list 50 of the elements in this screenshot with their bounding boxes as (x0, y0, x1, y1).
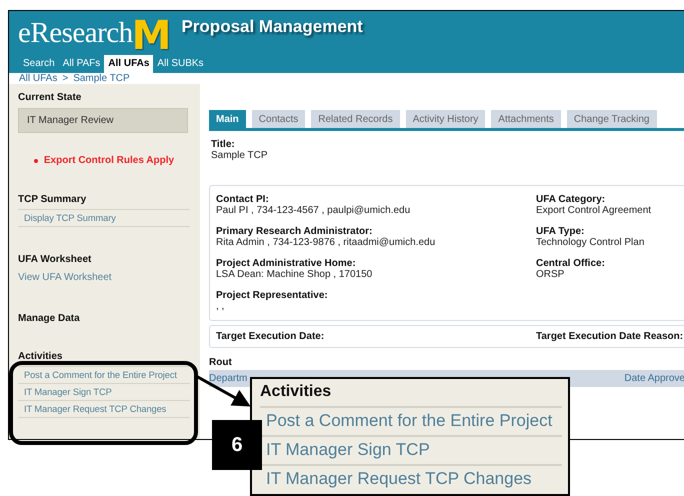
sidebar-link[interactable]: Display TCP Summary (18, 209, 190, 227)
sidebar-link[interactable]: IT Manager Sign TCP (18, 383, 190, 400)
nav-tab[interactable]: All PAFs (58, 55, 104, 73)
field-value: Export Control Agreement (536, 205, 652, 216)
field-label: UFA Type: (536, 226, 586, 237)
alert-text: Export Control Rules Apply (44, 155, 174, 166)
tab[interactable]: Change Tracking (566, 110, 656, 128)
field-value: ORSP (536, 269, 566, 280)
nav-tab[interactable]: Search (19, 55, 59, 73)
nav-tab[interactable]: All UFAs (104, 55, 154, 73)
sidebar-link[interactable]: Post a Comment for the Entire Project (18, 366, 190, 383)
field-label: Target Execution Date: (216, 331, 326, 342)
section-heading: Activities (18, 351, 64, 362)
section-heading: Activities (260, 383, 332, 401)
section-heading: TCP Summary (18, 194, 88, 205)
logo-text: eResearch (18, 17, 133, 49)
tab[interactable]: Main (209, 110, 246, 128)
breadcrumb-separator: > (62, 73, 68, 84)
section-heading: Current State (18, 92, 82, 103)
tab[interactable]: Activity History (406, 110, 486, 128)
app-title: Proposal Management (181, 17, 363, 37)
field-value: Technology Control Plan (536, 237, 646, 248)
field-value: Rita Admin , 734-123-9876 , ritaadmi@umich.edu (216, 237, 436, 248)
tab[interactable]: Attachments (491, 110, 561, 128)
field-value: Sample TCP (211, 150, 269, 161)
field-label: Target Execution Date Reason: (536, 331, 684, 342)
field-value: Paul PI , 734-123-4567 , paulpi@umich.edu (216, 205, 412, 216)
field-label: UFA Category: (536, 194, 606, 205)
section-heading: Rout (209, 357, 233, 368)
current-state: IT Manager Review (18, 108, 188, 133)
field-label: Project Representative: (216, 290, 329, 301)
sidebar-link[interactable]: View UFA Worksheet (18, 269, 190, 286)
breadcrumb-link[interactable]: All UFAs (19, 73, 58, 84)
tab[interactable]: Contacts (252, 110, 306, 128)
field-value: , , (216, 301, 226, 312)
sidebar-link[interactable]: IT Manager Request TCP Changes (18, 400, 190, 418)
field-value: LSA Dean: Machine Shop , 170150 (216, 269, 374, 280)
field-label: Contact PI: (216, 194, 270, 205)
breadcrumb-link[interactable]: Sample TCP (73, 73, 130, 84)
column-header: Departm (209, 373, 248, 384)
field-label: Central Office: (536, 258, 606, 269)
nav-tab[interactable]: All SUBKs (153, 55, 208, 73)
field-label: Primary Research Administrator: (216, 226, 374, 237)
step-number: 6 (212, 420, 262, 470)
field-label: Project Administrative Home: (216, 258, 357, 269)
tab[interactable]: Related Records (311, 110, 400, 128)
section-heading: UFA Worksheet (18, 254, 92, 265)
section-heading: Manage Data (18, 313, 81, 324)
logo-mark: M (132, 17, 172, 55)
field-label: Title: (211, 139, 236, 150)
